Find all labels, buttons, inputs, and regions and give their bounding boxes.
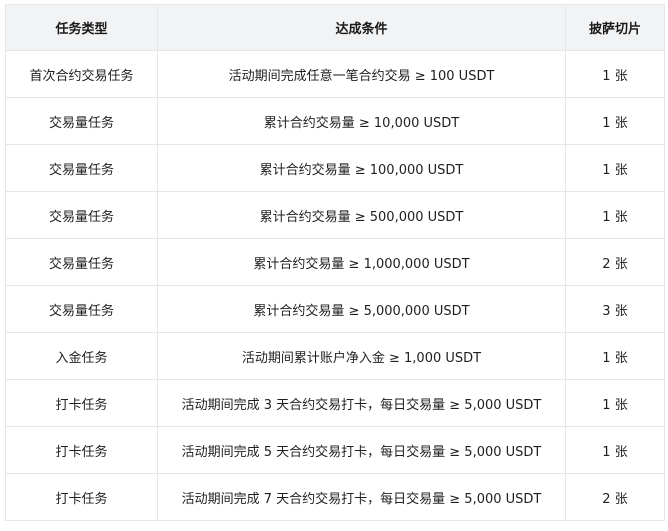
header-condition: 达成条件 xyxy=(157,4,566,51)
cell-task-type: 打卡任务 xyxy=(5,379,158,427)
cell-pizza-slices: 1 张 xyxy=(565,50,665,98)
cell-pizza-slices: 2 张 xyxy=(565,238,665,286)
table-row: 打卡任务 活动期间完成 7 天合约交易打卡，每日交易量 ≥ 5,000 USDT… xyxy=(5,473,665,521)
header-row: 任务类型 达成条件 披萨切片 xyxy=(5,4,665,51)
cell-task-type: 入金任务 xyxy=(5,332,158,380)
cell-task-type: 交易量任务 xyxy=(5,97,158,145)
header-pizza-slices: 披萨切片 xyxy=(565,4,665,51)
table-row: 打卡任务 活动期间完成 5 天合约交易打卡，每日交易量 ≥ 5,000 USDT… xyxy=(5,426,665,474)
cell-condition: 活动期间完成任意一笔合约交易 ≥ 100 USDT xyxy=(157,50,566,98)
cell-pizza-slices: 2 张 xyxy=(565,473,665,521)
table-body: 首次合约交易任务 活动期间完成任意一笔合约交易 ≥ 100 USDT 1 张 交… xyxy=(5,50,665,521)
cell-condition: 累计合约交易量 ≥ 5,000,000 USDT xyxy=(157,285,566,333)
table-row: 交易量任务 累计合约交易量 ≥ 1,000,000 USDT 2 张 xyxy=(5,238,665,286)
cell-pizza-slices: 1 张 xyxy=(565,426,665,474)
cell-task-type: 打卡任务 xyxy=(5,473,158,521)
task-rewards-table-container: 任务类型 达成条件 披萨切片 首次合约交易任务 活动期间完成任意一笔合约交易 ≥… xyxy=(5,4,665,521)
table-row: 交易量任务 累计合约交易量 ≥ 500,000 USDT 1 张 xyxy=(5,191,665,239)
cell-condition: 累计合约交易量 ≥ 100,000 USDT xyxy=(157,144,566,192)
cell-condition: 活动期间完成 5 天合约交易打卡，每日交易量 ≥ 5,000 USDT xyxy=(157,426,566,474)
table-row: 交易量任务 累计合约交易量 ≥ 5,000,000 USDT 3 张 xyxy=(5,285,665,333)
cell-condition: 累计合约交易量 ≥ 10,000 USDT xyxy=(157,97,566,145)
cell-pizza-slices: 1 张 xyxy=(565,191,665,239)
header-task-type: 任务类型 xyxy=(5,4,158,51)
cell-task-type: 打卡任务 xyxy=(5,426,158,474)
table-row: 交易量任务 累计合约交易量 ≥ 100,000 USDT 1 张 xyxy=(5,144,665,192)
cell-condition: 活动期间完成 7 天合约交易打卡，每日交易量 ≥ 5,000 USDT xyxy=(157,473,566,521)
cell-pizza-slices: 1 张 xyxy=(565,379,665,427)
table-row: 首次合约交易任务 活动期间完成任意一笔合约交易 ≥ 100 USDT 1 张 xyxy=(5,50,665,98)
cell-pizza-slices: 3 张 xyxy=(565,285,665,333)
cell-condition: 累计合约交易量 ≥ 500,000 USDT xyxy=(157,191,566,239)
table-row: 交易量任务 累计合约交易量 ≥ 10,000 USDT 1 张 xyxy=(5,97,665,145)
cell-pizza-slices: 1 张 xyxy=(565,144,665,192)
cell-task-type: 交易量任务 xyxy=(5,144,158,192)
task-rewards-table: 任务类型 达成条件 披萨切片 首次合约交易任务 活动期间完成任意一笔合约交易 ≥… xyxy=(5,4,665,521)
cell-pizza-slices: 1 张 xyxy=(565,332,665,380)
cell-condition: 活动期间累计账户净入金 ≥ 1,000 USDT xyxy=(157,332,566,380)
cell-condition: 累计合约交易量 ≥ 1,000,000 USDT xyxy=(157,238,566,286)
table-header: 任务类型 达成条件 披萨切片 xyxy=(5,4,665,51)
cell-task-type: 首次合约交易任务 xyxy=(5,50,158,98)
cell-task-type: 交易量任务 xyxy=(5,238,158,286)
table-row: 入金任务 活动期间累计账户净入金 ≥ 1,000 USDT 1 张 xyxy=(5,332,665,380)
cell-task-type: 交易量任务 xyxy=(5,191,158,239)
table-row: 打卡任务 活动期间完成 3 天合约交易打卡，每日交易量 ≥ 5,000 USDT… xyxy=(5,379,665,427)
cell-condition: 活动期间完成 3 天合约交易打卡，每日交易量 ≥ 5,000 USDT xyxy=(157,379,566,427)
cell-pizza-slices: 1 张 xyxy=(565,97,665,145)
cell-task-type: 交易量任务 xyxy=(5,285,158,333)
